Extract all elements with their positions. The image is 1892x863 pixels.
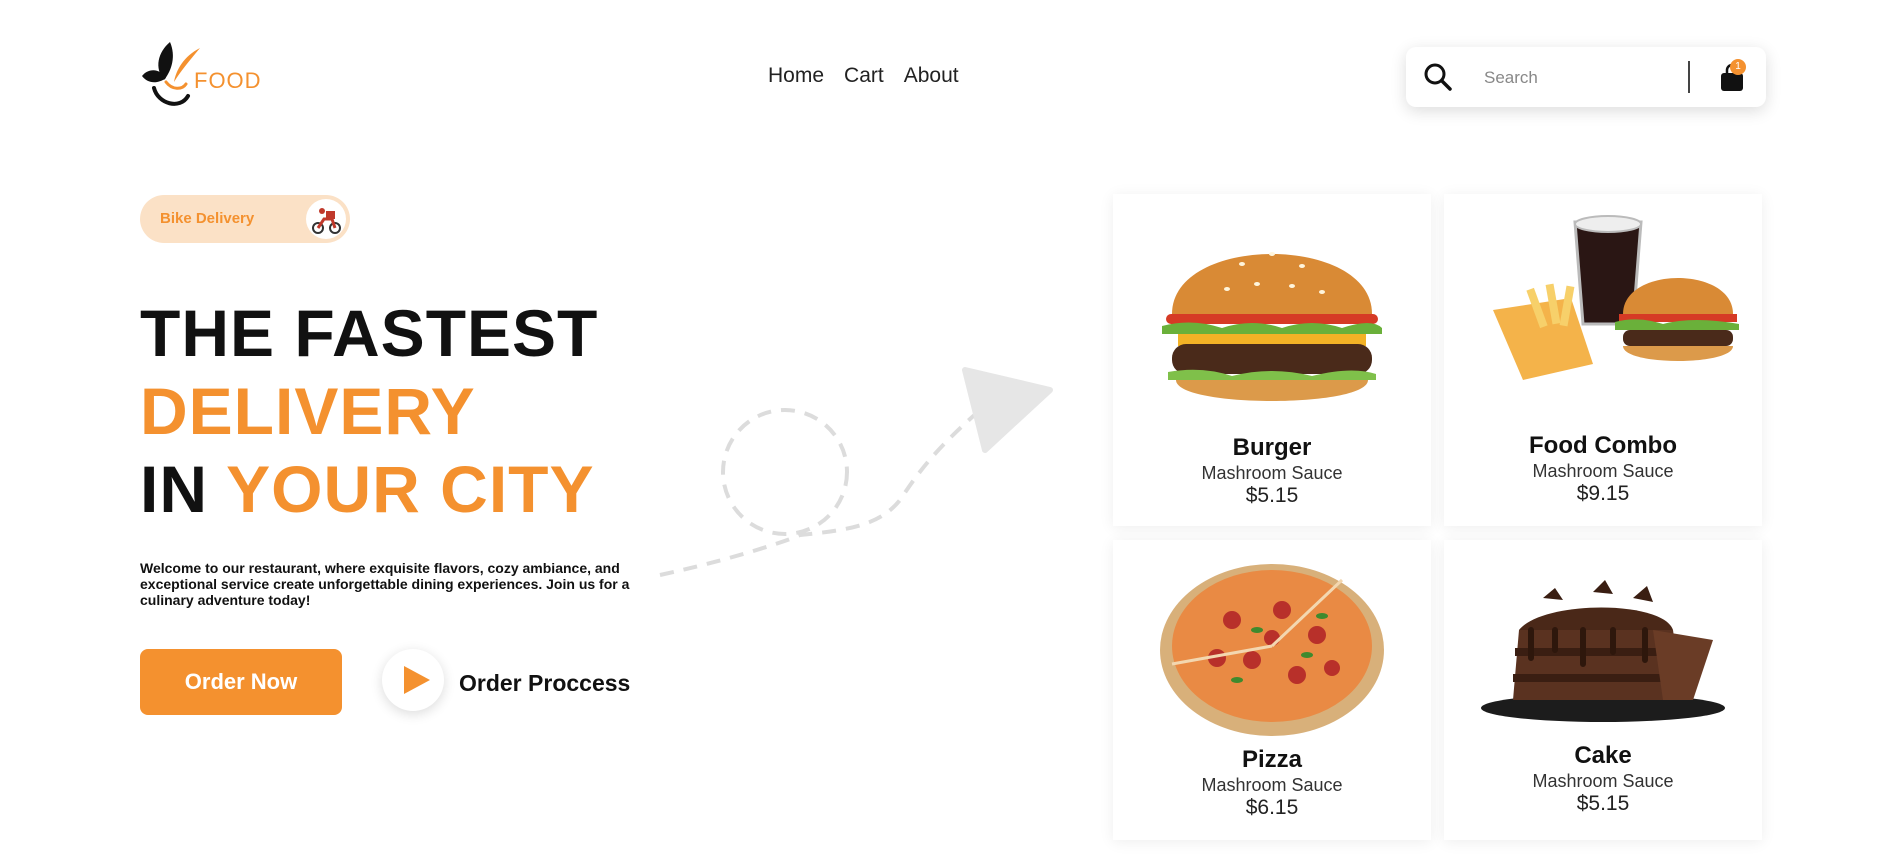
food-card-food-combo[interactable]: Food Combo Mashroom Sauce $9.15 (1444, 194, 1762, 526)
food-card-cake[interactable]: Cake Mashroom Sauce $5.15 (1444, 540, 1762, 840)
play-icon (404, 666, 430, 694)
burger-image (1162, 252, 1382, 401)
logo[interactable]: FOOD (140, 38, 270, 112)
logo-text: FOOD (194, 68, 262, 93)
food-combo-image (1493, 215, 1739, 380)
bike-delivery-badge: Bike Delivery (140, 195, 350, 243)
order-process-play-button[interactable] (382, 649, 444, 711)
hero-line-2: DELIVERY (140, 374, 476, 448)
hero-line-3-a: IN (140, 452, 208, 526)
card-price: $5.15 (1576, 792, 1630, 815)
card-sauce: Mashroom Sauce (1532, 771, 1674, 791)
card-sauce: Mashroom Sauce (1532, 461, 1674, 481)
card-name: Cake (1574, 742, 1632, 769)
hero-description: Welcome to our restaurant, where exquisi… (140, 560, 630, 608)
hero-line-3-b: YOUR CITY (226, 452, 595, 526)
card-name: Burger (1232, 434, 1312, 461)
bike-delivery-icon (306, 199, 346, 239)
food-card-pizza[interactable]: Pizza Mashroom Sauce $6.15 (1113, 540, 1431, 840)
nav-about[interactable]: About (904, 64, 959, 88)
search-input[interactable] (1482, 63, 1686, 93)
search-divider (1688, 61, 1690, 93)
hero-line-1: THE FASTEST (140, 296, 599, 370)
card-sauce: Mashroom Sauce (1201, 775, 1343, 795)
card-name: Food Combo (1529, 432, 1677, 459)
main-nav: Home Cart About (768, 64, 959, 88)
food-card-burger[interactable]: Burger Mashroom Sauce $5.15 (1113, 194, 1431, 526)
cake-image (1481, 580, 1725, 722)
search-icon[interactable] (1422, 61, 1454, 93)
nav-cart[interactable]: Cart (844, 64, 884, 88)
hero-line-3: IN YOUR CITY (140, 456, 595, 522)
order-process-label[interactable]: Order Proccess (459, 670, 630, 697)
pizza-image (1160, 564, 1384, 736)
card-price: $6.15 (1245, 796, 1299, 819)
card-price: $5.15 (1245, 484, 1299, 507)
cart-count-badge: 1 (1730, 59, 1746, 75)
card-price: $9.15 (1576, 482, 1630, 505)
search-bar: 1 (1406, 47, 1766, 107)
card-sauce: Mashroom Sauce (1201, 463, 1343, 483)
badge-label: Bike Delivery (160, 210, 255, 227)
card-name: Pizza (1241, 746, 1303, 773)
dashed-path-decoration (659, 367, 1053, 577)
order-now-button[interactable]: Order Now (140, 649, 342, 715)
nav-home[interactable]: Home (768, 64, 824, 88)
